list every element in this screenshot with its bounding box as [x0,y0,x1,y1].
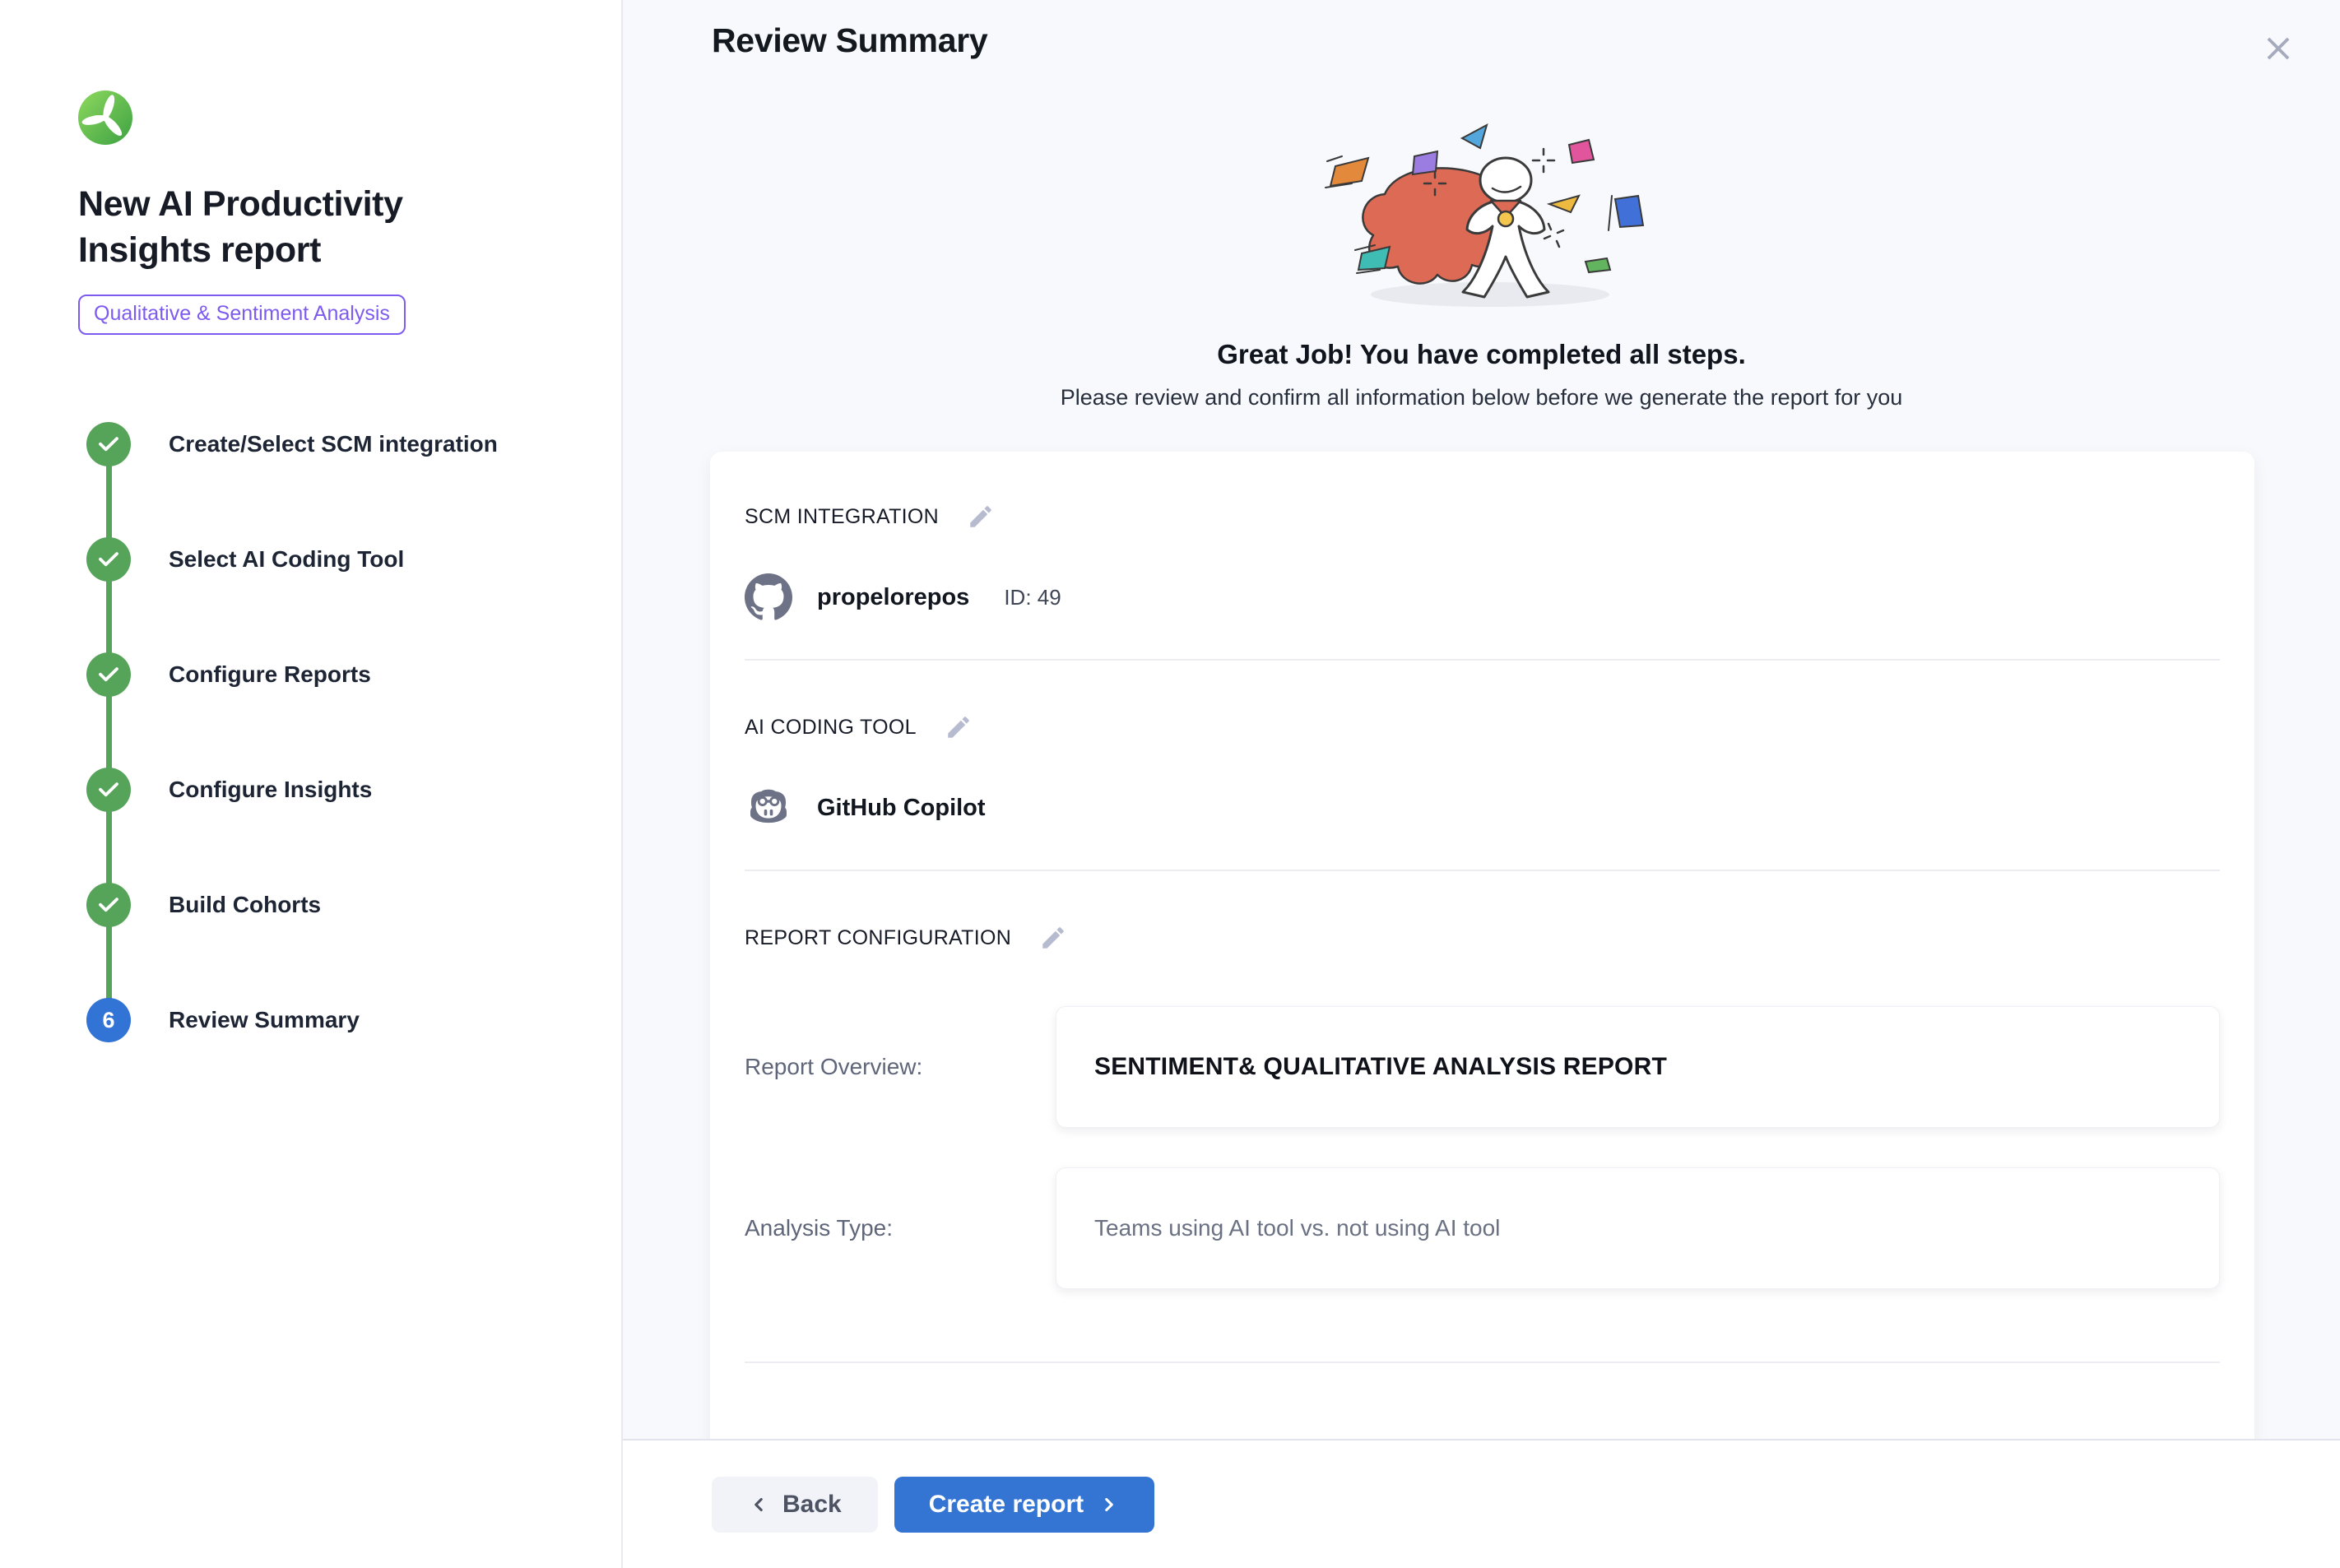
pencil-icon [1039,924,1067,952]
wizard-sidebar: New AI Productivity Insights report Qual… [0,0,623,1568]
review-summary-panel: Review Summary [623,0,2340,1568]
check-icon [96,662,121,687]
step-check-circle [86,652,131,697]
step-check-circle [86,422,131,466]
analysis-type-value: Teams using AI tool vs. not using AI too… [1094,1215,1500,1241]
wizard-footer: Back Create report [623,1439,2340,1568]
scm-section-title: SCM INTEGRATION [745,505,939,529]
close-icon [2259,30,2297,67]
step-select-ai-coding-tool[interactable]: Select AI Coding Tool [78,537,580,652]
ai-coding-tool-section: AI CODING TOOL GitHub Copilot [745,713,2220,871]
report-overview-value: SENTIMENT& QUALITATIVE ANALYSIS REPORT [1094,1053,1667,1081]
check-icon [96,777,121,802]
section-divider [745,659,2220,661]
step-label: Configure Reports [169,661,371,688]
analysis-type-label: Analysis Type: [745,1215,1056,1241]
report-title: New AI Productivity Insights report [78,181,490,273]
scm-integration-id: ID: 49 [1004,585,1061,610]
section-divider [745,870,2220,871]
step-configure-insights[interactable]: Configure Insights [78,768,580,883]
check-icon [96,547,121,572]
step-review-summary-current[interactable]: 6 Review Summary [78,998,580,1042]
completion-heading: Great Job! You have completed all steps. [623,339,2340,370]
celebration-superhero-illustration [1293,109,1671,322]
step-label: Select AI Coding Tool [169,546,404,573]
pencil-icon [945,713,973,741]
completion-subheading: Please review and confirm all informatio… [623,385,2340,411]
pencil-icon [967,503,995,531]
chevron-right-icon [1098,1494,1120,1515]
back-button-label: Back [782,1491,842,1519]
edit-scm-button[interactable] [967,503,995,531]
step-number-circle: 6 [86,998,131,1042]
chevron-left-icon [748,1494,769,1515]
step-number: 6 [102,1008,114,1033]
section-divider [745,1362,2220,1363]
check-icon [96,432,121,457]
step-check-circle [86,768,131,812]
report-overview-label: Report Overview: [745,1054,1056,1080]
back-button[interactable]: Back [712,1477,878,1533]
scm-integration-section: SCM INTEGRATION propelorepos ID: 49 [745,503,2220,661]
ai-tool-name: GitHub Copilot [817,795,986,822]
analysis-type-row: Analysis Type: Teams using AI tool vs. n… [745,1167,2220,1289]
report-overview-value-box: SENTIMENT& QUALITATIVE ANALYSIS REPORT [1056,1006,2220,1128]
summary-card: SCM INTEGRATION propelorepos ID: 49 AI C… [710,452,2254,1568]
report-config-section-title: REPORT CONFIGURATION [745,926,1011,950]
step-check-circle [86,537,131,582]
ai-tool-row: GitHub Copilot [745,784,2220,832]
edit-report-config-button[interactable] [1039,924,1067,952]
check-icon [96,893,121,917]
step-label: Configure Insights [169,777,372,803]
edit-ai-tool-button[interactable] [945,713,973,741]
close-button[interactable] [2254,25,2302,72]
ai-tool-section-title: AI CODING TOOL [745,716,917,740]
create-report-button[interactable]: Create report [894,1477,1154,1533]
scm-integration-row: propelorepos ID: 49 [745,573,2220,621]
scm-integration-name: propelorepos [817,584,969,611]
panel-header: Review Summary [623,0,2340,72]
github-icon [745,573,792,621]
page-title: Review Summary [712,21,987,60]
propeller-logo-icon [78,90,132,145]
step-check-circle [86,883,131,927]
analysis-type-value-box: Teams using AI tool vs. not using AI too… [1056,1167,2220,1289]
step-label: Build Cohorts [169,892,321,918]
report-configuration-section: REPORT CONFIGURATION Report Overview: SE… [745,924,2220,1363]
completion-hero: Great Job! You have completed all steps.… [623,109,2340,411]
step-configure-reports[interactable]: Configure Reports [78,652,580,768]
wizard-steps: Create/Select SCM integration Select AI … [78,422,580,1042]
step-create-select-scm-integration[interactable]: Create/Select SCM integration [78,422,580,537]
report-type-badge: Qualitative & Sentiment Analysis [78,295,406,335]
create-report-button-label: Create report [929,1491,1084,1519]
step-label: Create/Select SCM integration [169,431,498,457]
step-build-cohorts[interactable]: Build Cohorts [78,883,580,998]
report-overview-row: Report Overview: SENTIMENT& QUALITATIVE … [745,1006,2220,1128]
github-copilot-icon [745,784,792,832]
step-label: Review Summary [169,1007,360,1033]
